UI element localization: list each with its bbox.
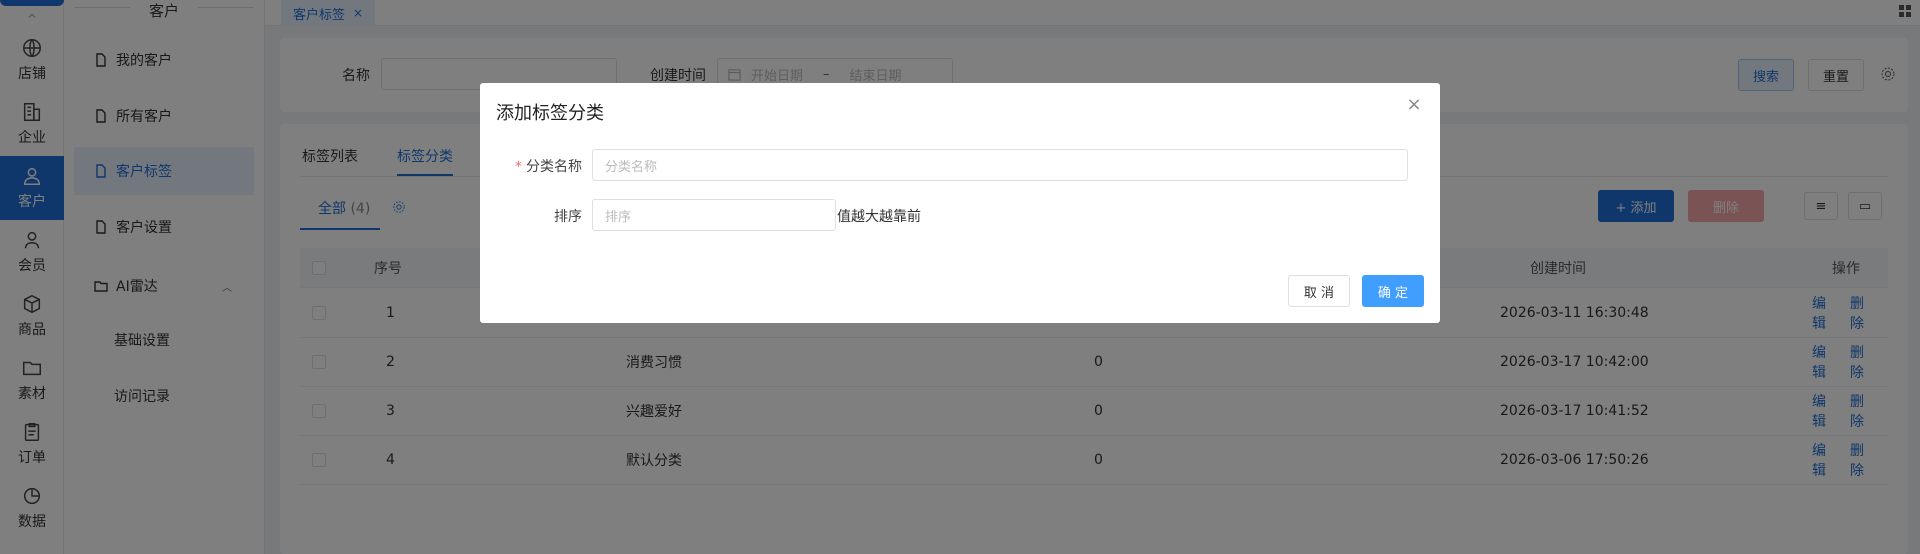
category-name-label: * 分类名称	[480, 156, 582, 176]
category-name-input[interactable]: 分类名称	[592, 149, 1408, 181]
sort-hint: 值越大越靠前	[837, 209, 921, 225]
confirm-button[interactable]: 确 定	[1362, 275, 1424, 307]
dialog-title: 添加标签分类	[496, 103, 604, 124]
sort-label: 排序	[554, 209, 582, 225]
category-name-label-text: 分类名称	[526, 159, 582, 175]
add-tag-category-dialog: 添加标签分类 × * 分类名称 分类名称 排序 排序 值越大越靠前 取 消 确 定	[480, 83, 1440, 323]
sort-input[interactable]: 排序	[592, 199, 836, 231]
cancel-button[interactable]: 取 消	[1288, 275, 1350, 307]
close-icon[interactable]: ×	[1404, 95, 1424, 115]
required-mark: *	[515, 159, 522, 175]
